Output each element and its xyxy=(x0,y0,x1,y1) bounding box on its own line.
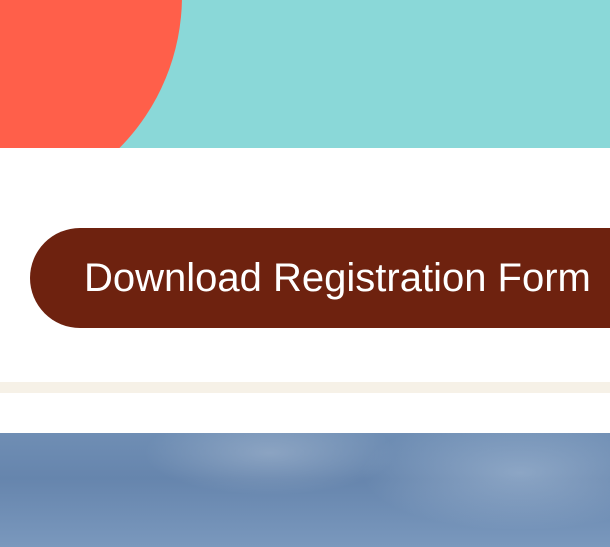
sky-photo xyxy=(0,433,610,547)
section-divider xyxy=(0,382,610,393)
hero-banner xyxy=(0,0,610,148)
section-spacer xyxy=(0,393,610,433)
hero-circle-graphic xyxy=(0,0,182,148)
page: Download Registration Form xyxy=(0,0,610,547)
download-registration-form-button[interactable]: Download Registration Form xyxy=(30,228,610,328)
